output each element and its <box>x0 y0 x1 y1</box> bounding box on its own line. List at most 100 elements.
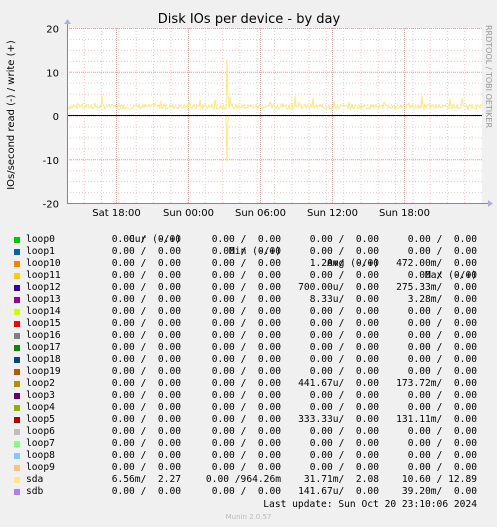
legend-swatch <box>14 249 20 255</box>
legend-row-loop15: loop15 0.00 / 0.00 0.00 / 0.00 0.00 / 0.00 0… <box>0 318 497 330</box>
legend-name: sdb <box>26 486 44 497</box>
legend-avg: 441.67u/ 0.00 <box>298 378 379 389</box>
legend-cur: 0.00 / 0.00 <box>111 282 181 293</box>
legend-avg: 0.00 / 0.00 <box>309 342 379 353</box>
legend-swatch <box>14 489 20 495</box>
legend-name: loop8 <box>26 450 55 461</box>
legend-name: loop19 <box>26 366 61 377</box>
legend-row-loop3: loop3 0.00 / 0.00 0.00 / 0.00 0.00 / 0.00 0.… <box>0 390 497 402</box>
legend-swatch <box>14 465 20 471</box>
last-update: Last update: Sun Oct 20 23:10:06 2024 <box>263 499 477 510</box>
y-tick-label: 20 <box>46 25 59 36</box>
legend-row-loop2: loop2 0.00 / 0.00 0.00 / 0.00 441.67u/ 0.00… <box>0 378 497 390</box>
legend-avg: 1.20m/ 0.00 <box>309 258 379 269</box>
legend-swatch <box>14 273 20 279</box>
x-axis-arrow <box>488 200 493 207</box>
legend-swatch <box>14 357 20 363</box>
y-tick-label: 0 <box>53 112 59 123</box>
legend-min: 0.00 / 0.00 <box>211 354 281 365</box>
legend-max: 472.00m/ 0.00 <box>396 258 477 269</box>
legend-cur: 0.00 / 0.00 <box>111 378 181 389</box>
legend-max: 39.20m/ 0.00 <box>401 486 477 497</box>
legend-max: 0.00 / 0.00 <box>407 438 477 449</box>
legend-name: loop3 <box>26 390 55 401</box>
legend-swatch <box>14 417 20 423</box>
legend-row-loop16: loop16 0.00 / 0.00 0.00 / 0.00 0.00 / 0.00 0… <box>0 330 497 342</box>
legend-cur: 0.00 / 0.00 <box>111 294 181 305</box>
legend-cur: 0.00 / 0.00 <box>111 366 181 377</box>
legend-avg: 0.00 / 0.00 <box>309 270 379 281</box>
legend-row-loop6: loop6 0.00 / 0.00 0.00 / 0.00 0.00 / 0.00 0.… <box>0 426 497 438</box>
chart-title: Disk IOs per device - by day <box>158 12 341 27</box>
legend-cur: 0.00 / 0.00 <box>111 306 181 317</box>
legend-avg: 0.00 / 0.00 <box>309 450 379 461</box>
legend-avg: 141.67u/ 0.00 <box>298 486 379 497</box>
legend-cur: 0.00 / 0.00 <box>111 354 181 365</box>
legend-cur: 0.00 / 0.00 <box>111 462 181 473</box>
legend-cur: 0.00 / 0.00 <box>111 390 181 401</box>
legend-min: 0.00 / 0.00 <box>211 366 281 377</box>
legend-avg: 0.00 / 0.00 <box>309 354 379 365</box>
legend-name: loop10 <box>26 258 61 269</box>
legend-name: loop0 <box>26 234 55 245</box>
legend-name: loop4 <box>26 402 55 413</box>
legend-name: loop15 <box>26 318 61 329</box>
legend-min: 0.00 / 0.00 <box>211 246 281 257</box>
legend-swatch <box>14 237 20 243</box>
legend-row-loop0: loop0 0.00 / 0.00 0.00 / 0.00 0.00 / 0.00 0.… <box>0 234 497 246</box>
legend-name: loop9 <box>26 462 55 473</box>
chart: Disk IOs per device - by day IOs/second … <box>6 12 493 219</box>
legend-name: loop14 <box>26 306 61 317</box>
legend-name: loop13 <box>26 294 61 305</box>
legend-min: 0.00 / 0.00 <box>211 390 281 401</box>
x-tick-label: Sun 00:00 <box>163 208 214 219</box>
legend-max: 10.60 / 12.89 <box>401 474 477 485</box>
legend-swatch <box>14 477 20 483</box>
legend-row-loop1: loop1 0.00 / 0.00 0.00 / 0.00 0.00 / 0.00 0.… <box>0 246 497 258</box>
legend-max: 275.33m/ 0.00 <box>396 282 477 293</box>
legend-swatch <box>14 453 20 459</box>
legend-min: 0.00 / 0.00 <box>211 318 281 329</box>
legend-avg: 0.00 / 0.00 <box>309 330 379 341</box>
legend-name: loop5 <box>26 414 55 425</box>
legend-avg: 0.00 / 0.00 <box>309 366 379 377</box>
legend-max: 0.00 / 0.00 <box>407 450 477 461</box>
x-tick-label: Sun 12:00 <box>307 208 358 219</box>
legend-min: 0.00 / 0.00 <box>211 342 281 353</box>
legend-name: loop11 <box>26 270 61 281</box>
legend-min: 0.00 / 0.00 <box>211 294 281 305</box>
legend-max: 0.00 / 0.00 <box>407 462 477 473</box>
legend-min: 0.00 / 0.00 <box>211 258 281 269</box>
legend-avg: 0.00 / 0.00 <box>309 390 379 401</box>
legend-header: Cur (-/+) Min (-/+) Avg (-/+) Max (-/+) <box>0 222 497 281</box>
legend-min: 0.00 / 0.00 <box>211 486 281 497</box>
legend-row-loop12: loop12 0.00 / 0.00 0.00 / 0.00 700.00u/ 0.0… <box>0 282 497 294</box>
y-tick-label: -20 <box>43 200 59 211</box>
legend-min: 0.00 / 0.00 <box>211 330 281 341</box>
legend-avg: 0.00 / 0.00 <box>309 438 379 449</box>
legend-min: 0.00 / 0.00 <box>211 234 281 245</box>
legend-min: 0.00 / 0.00 <box>211 282 281 293</box>
y-ticks: 20 10 0 -10 -20 <box>43 25 59 211</box>
legend-max: 0.00 / 0.00 <box>407 366 477 377</box>
legend-swatch <box>14 285 20 291</box>
legend-row-loop4: loop4 0.00 / 0.00 0.00 / 0.00 0.00 / 0.00 0.… <box>0 402 497 414</box>
legend-min: 0.00 / 0.00 <box>211 426 281 437</box>
legend-min: 0.00 / 0.00 <box>211 450 281 461</box>
legend-min: 0.00 / 0.00 <box>211 306 281 317</box>
legend-row-loop19: loop19 0.00 / 0.00 0.00 / 0.00 0.00 / 0.00 0… <box>0 366 497 378</box>
legend-cur: 0.00 / 0.00 <box>111 438 181 449</box>
legend-avg: 0.00 / 0.00 <box>309 306 379 317</box>
legend-name: loop1 <box>26 246 55 257</box>
legend-row-loop11: loop11 0.00 / 0.00 0.00 / 0.00 0.00 / 0.00 0… <box>0 270 497 282</box>
legend-swatch <box>14 321 20 327</box>
legend-cur: 6.56m/ 2.27 <box>111 474 181 485</box>
legend-swatch <box>14 369 20 375</box>
y-tick-label: -10 <box>43 156 59 167</box>
legend-max: 0.00 / 0.00 <box>407 330 477 341</box>
legend-cur: 0.00 / 0.00 <box>111 342 181 353</box>
legend-avg: 0.00 / 0.00 <box>309 246 379 257</box>
legend-max: 0.00 / 0.00 <box>407 234 477 245</box>
legend-max: 0.00 / 0.00 <box>407 306 477 317</box>
legend-swatch <box>14 405 20 411</box>
